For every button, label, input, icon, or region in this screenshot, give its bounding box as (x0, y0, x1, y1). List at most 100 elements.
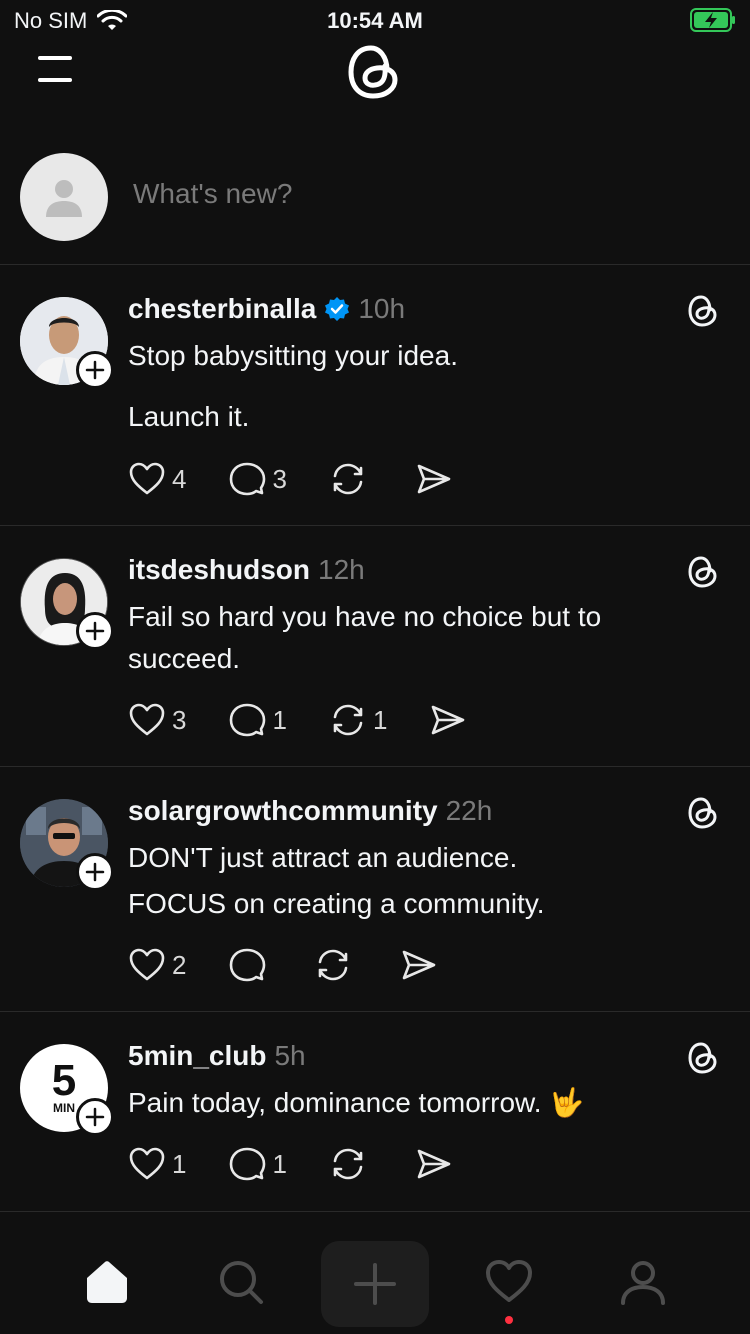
follow-button[interactable] (76, 1098, 114, 1136)
like-button[interactable]: 3 (128, 701, 186, 739)
repost-icon (333, 704, 363, 736)
threads-icon[interactable] (686, 795, 720, 831)
tab-activity[interactable] (469, 1242, 549, 1322)
reply-button[interactable]: 1 (228, 701, 287, 739)
search-icon (220, 1261, 263, 1304)
repost-button[interactable] (314, 946, 358, 984)
like-button[interactable]: 2 (128, 946, 186, 984)
verified-badge-icon (325, 297, 350, 321)
tab-profile[interactable] (603, 1242, 683, 1322)
avatar-logo-number: 5 (51, 1056, 77, 1105)
post-header: itsdeshudson 12h (128, 554, 365, 586)
like-count: 1 (172, 1148, 187, 1179)
top-bar (0, 40, 750, 110)
comment-icon (230, 703, 266, 737)
plus-icon (85, 621, 105, 641)
post-text: Stop babysitting your idea. (128, 340, 458, 371)
repost-icon (333, 463, 363, 495)
tab-create[interactable] (321, 1241, 429, 1327)
post-text: Pain today, dominance tomorrow. 🤟 (128, 1087, 585, 1118)
like-button[interactable]: 4 (128, 460, 186, 498)
post[interactable]: 5 MIN 5min_club 5h Pain today, dominance… (0, 1012, 750, 1212)
post-actions: 4 3 (128, 460, 495, 498)
heart-icon (129, 703, 165, 736)
post-actions: 2 (128, 946, 480, 984)
plus-icon (85, 360, 105, 380)
battery-charging-icon (690, 8, 735, 32)
post-time: 22h (445, 795, 493, 826)
composer[interactable]: What's new? (0, 150, 750, 265)
comment-icon (230, 1147, 266, 1181)
post-time: 12h (318, 554, 365, 585)
like-count: 3 (172, 704, 187, 735)
repost-icon (319, 949, 348, 981)
post-time: 10h (358, 293, 406, 324)
reply-count: 1 (272, 704, 287, 735)
username[interactable]: itsdeshudson (128, 554, 310, 586)
share-button[interactable] (429, 701, 467, 739)
post-header: chesterbinalla 10h (128, 293, 405, 325)
repost-icon (333, 1148, 363, 1180)
avatar-logo-text: MIN (53, 1101, 75, 1115)
share-button[interactable] (415, 460, 453, 498)
plus-icon (85, 862, 105, 882)
post-text: FOCUS on creating a community. (128, 888, 545, 919)
post[interactable]: chesterbinalla 10h Stop babysitting your… (0, 265, 750, 526)
follow-button[interactable] (76, 853, 114, 891)
reply-count: 1 (272, 1148, 287, 1179)
username[interactable]: solargrowthcommunity (128, 795, 438, 827)
user-avatar[interactable] (20, 153, 108, 241)
follow-button[interactable] (76, 351, 114, 389)
like-button[interactable]: 1 (128, 1145, 186, 1183)
post-text: DON'T just attract an audience. (128, 842, 518, 873)
post-header: solargrowthcommunity 22h (128, 795, 492, 827)
post-text: Fail so hard you have no choice but to s… (128, 601, 602, 674)
send-icon (432, 705, 465, 735)
threads-icon[interactable] (686, 1040, 720, 1076)
share-button[interactable] (400, 946, 438, 984)
notification-dot (505, 1316, 513, 1324)
username[interactable]: 5min_club (128, 1040, 266, 1072)
threads-icon[interactable] (686, 554, 720, 590)
send-icon (403, 950, 436, 980)
reply-button[interactable]: 1 (228, 1145, 287, 1183)
reply-button[interactable] (228, 946, 272, 984)
threads-logo-icon[interactable] (343, 40, 407, 104)
post-text: Launch it. (128, 401, 250, 432)
menu-icon[interactable] (36, 54, 76, 84)
like-count: 2 (172, 949, 187, 980)
like-count: 4 (172, 463, 187, 494)
follow-button[interactable] (76, 612, 114, 650)
username[interactable]: chesterbinalla (128, 293, 316, 325)
tab-bar (0, 1212, 750, 1334)
plus-icon (354, 1263, 396, 1305)
reply-button[interactable]: 3 (228, 460, 287, 498)
send-icon (417, 464, 451, 494)
post[interactable]: solargrowthcommunity 22h DON'T just attr… (0, 767, 750, 1012)
post-header: 5min_club 5h (128, 1040, 306, 1072)
repost-button[interactable] (329, 460, 373, 498)
heart-icon (129, 948, 165, 981)
heart-icon (129, 1147, 165, 1180)
post-actions: 1 1 (128, 1145, 495, 1183)
repost-count: 1 (372, 704, 388, 735)
threads-icon[interactable] (686, 293, 720, 329)
heart-icon (129, 462, 165, 495)
tab-search[interactable] (201, 1242, 281, 1322)
tab-home[interactable] (67, 1242, 147, 1322)
post[interactable]: itsdeshudson 12h Fail so hard you have n… (0, 526, 750, 767)
send-icon (417, 1149, 451, 1179)
heart-icon (486, 1260, 532, 1302)
comment-icon (230, 948, 266, 982)
profile-icon (621, 1261, 665, 1305)
share-button[interactable] (415, 1145, 453, 1183)
post-actions: 3 1 1 (128, 701, 509, 739)
repost-button[interactable] (329, 1145, 373, 1183)
composer-input[interactable]: What's new? (133, 178, 292, 210)
comment-icon (230, 462, 266, 496)
repost-button[interactable]: 1 (329, 701, 387, 739)
post-time: 5h (274, 1040, 306, 1071)
plus-icon (85, 1107, 105, 1127)
reply-count: 3 (272, 463, 287, 494)
status-time: 10:54 AM (327, 8, 423, 33)
